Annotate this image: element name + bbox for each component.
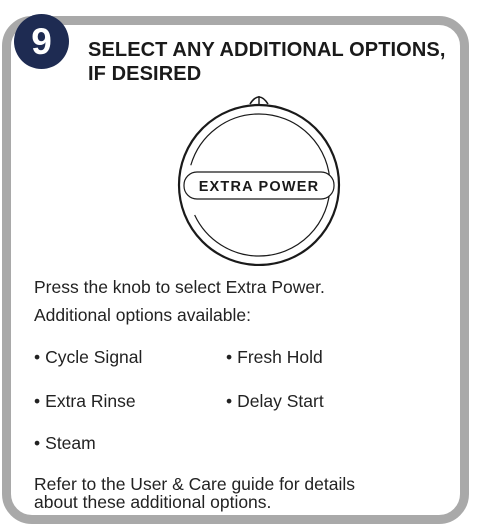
instruction-line-2: Additional options available:: [34, 305, 251, 325]
knob-label: EXTRA POWER: [199, 179, 320, 195]
footer-note-line-1: Refer to the User & Care guide for detai…: [34, 474, 355, 494]
footer-note-line-2: about these additional options.: [34, 492, 272, 512]
bullet-icon: •: [226, 347, 233, 367]
step-heading-line-2: IF DESIRED: [88, 63, 202, 85]
bullet-icon: •: [34, 433, 41, 453]
option-item: • Steam: [34, 433, 96, 454]
step-number-badge: 9: [14, 14, 69, 69]
option-item: • Delay Start: [226, 391, 324, 412]
footer-note: Refer to the User & Care guide for detai…: [34, 475, 454, 511]
bullet-icon: •: [34, 391, 41, 411]
option-item: • Fresh Hold: [226, 347, 323, 368]
extra-power-knob-illustration: EXTRA POWER: [177, 96, 341, 266]
bullet-icon: •: [34, 347, 41, 367]
option-label: Extra Rinse: [45, 391, 136, 411]
option-item: • Cycle Signal: [34, 347, 142, 368]
step-heading: SELECT ANY ADDITIONAL OPTIONS, IF DESIRE…: [88, 38, 468, 86]
instruction-line-1: Press the knob to select Extra Power.: [34, 277, 325, 297]
option-label: Steam: [45, 433, 96, 453]
option-label: Delay Start: [237, 391, 324, 411]
option-label: Fresh Hold: [237, 347, 323, 367]
step-heading-line-1: SELECT ANY ADDITIONAL OPTIONS,: [88, 39, 446, 61]
option-item: • Extra Rinse: [34, 391, 136, 412]
bullet-icon: •: [226, 391, 233, 411]
option-label: Cycle Signal: [45, 347, 143, 367]
